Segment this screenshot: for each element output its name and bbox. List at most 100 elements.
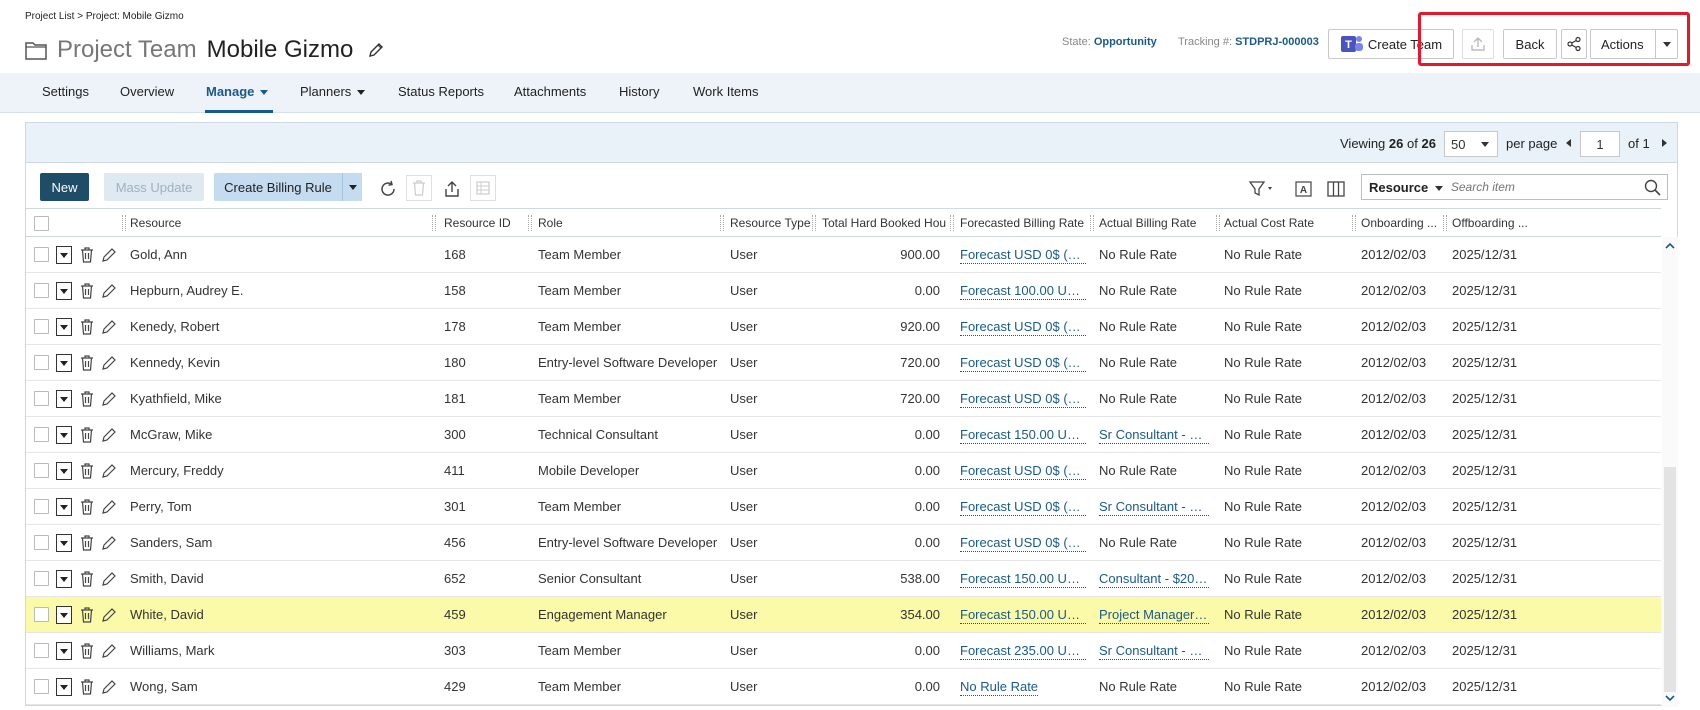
create-billing-rule-button[interactable]: Create Billing Rule [214, 173, 342, 201]
row-menu-button[interactable] [56, 534, 72, 552]
tab-history[interactable]: History [619, 84, 659, 99]
row-checkbox[interactable] [34, 247, 49, 262]
scrollbar-thumb[interactable] [1664, 467, 1676, 692]
filter-icon[interactable] [1248, 179, 1278, 199]
pencil-icon[interactable] [100, 570, 118, 588]
row-menu-button[interactable] [56, 462, 72, 480]
billing-rule-dropdown[interactable] [342, 173, 362, 201]
forecasted-billing-rate-link[interactable]: Forecast 150.00 USD 1... [960, 607, 1086, 624]
row-menu-button[interactable] [56, 390, 72, 408]
trash-icon[interactable] [78, 354, 96, 372]
tab-settings[interactable]: Settings [42, 84, 89, 99]
tab-attachments[interactable]: Attachments [514, 84, 586, 99]
forecasted-billing-rate-link[interactable]: Forecast USD 0$ (USD)... [960, 355, 1086, 372]
column-resize-handle[interactable] [122, 215, 126, 231]
column-header-forecasted-billing-rate[interactable]: Forecasted Billing Rate [960, 216, 1084, 230]
resource-name[interactable]: Mercury, Freddy [130, 463, 420, 478]
row-menu-button[interactable] [56, 426, 72, 444]
pencil-icon[interactable] [100, 678, 118, 696]
resource-name[interactable]: Smith, David [130, 571, 420, 586]
actual-billing-rate[interactable]: Sr Consultant - $25... [1099, 643, 1209, 660]
actual-billing-rate[interactable]: Sr Consultant - $25... [1099, 427, 1209, 444]
pencil-icon[interactable] [100, 462, 118, 480]
row-checkbox[interactable] [34, 391, 49, 406]
column-header-onboarding[interactable]: Onboarding ... [1361, 216, 1437, 230]
text-format-icon[interactable]: A [1294, 179, 1314, 199]
tab-planners[interactable]: Planners [300, 84, 366, 99]
pencil-icon[interactable] [100, 606, 118, 624]
trash-icon[interactable] [78, 390, 96, 408]
export-icon[interactable] [442, 179, 462, 199]
column-resize-handle[interactable] [1352, 215, 1356, 231]
column-resize-handle[interactable] [528, 215, 532, 231]
per-page-select[interactable]: 50 [1444, 131, 1498, 157]
forecasted-billing-rate-link[interactable]: Forecast USD 0$ (USD)... [960, 463, 1086, 480]
trash-icon[interactable] [78, 282, 96, 300]
row-menu-button[interactable] [56, 570, 72, 588]
row-checkbox[interactable] [34, 463, 49, 478]
page-number-input[interactable]: 1 [1580, 131, 1620, 157]
trash-icon[interactable] [78, 534, 96, 552]
pencil-icon[interactable] [100, 318, 118, 336]
row-menu-button[interactable] [56, 498, 72, 516]
search-icon[interactable] [1644, 179, 1661, 196]
table-row[interactable]: Gold, Ann 168 Team Member User 900.00 Forecas… [26, 237, 1661, 273]
table-row[interactable]: Mercury, Freddy 411 Mobile Developer User 0.… [26, 453, 1661, 489]
trash-icon[interactable] [78, 570, 96, 588]
table-row[interactable]: Kyathfield, Mike 181 Team Member User 720.00… [26, 381, 1661, 417]
scroll-up-icon[interactable] [1665, 241, 1675, 251]
pencil-icon[interactable] [100, 390, 118, 408]
forecasted-billing-rate-link[interactable]: Forecast 100.00 USD 1... [960, 283, 1086, 300]
column-header-actual-billing-rate[interactable]: Actual Billing Rate [1099, 216, 1196, 230]
resource-name[interactable]: Kyathfield, Mike [130, 391, 420, 406]
column-resize-handle[interactable] [720, 215, 724, 231]
row-menu-button[interactable] [56, 318, 72, 336]
column-header-offboarding[interactable]: Offboarding ... [1452, 216, 1528, 230]
table-row[interactable]: Kenedy, Robert 178 Team Member User 920.00 Fo… [26, 309, 1661, 345]
table-row[interactable]: McGraw, Mike 300 Technical Consultant User 0… [26, 417, 1661, 453]
column-header-hours[interactable]: Total Hard Booked Hours [822, 216, 946, 230]
mass-update-button[interactable]: Mass Update [104, 173, 204, 201]
row-menu-button[interactable] [56, 246, 72, 264]
table-row[interactable]: Williams, Mark 303 Team Member User 0.00 Fore… [26, 633, 1661, 669]
table-row[interactable]: Sanders, Sam 456 Entry-level Software Deve… [26, 525, 1661, 561]
resource-name[interactable]: Kenedy, Robert [130, 319, 420, 334]
table-row[interactable]: Kennedy, Kevin 180 Entry-level Software De… [26, 345, 1661, 381]
actual-billing-rate[interactable]: Sr Consultant - $25... [1099, 499, 1209, 516]
pencil-icon[interactable] [100, 498, 118, 516]
forecasted-billing-rate-link[interactable]: Forecast 235.00 USD 2... [960, 643, 1086, 660]
trash-icon[interactable] [78, 462, 96, 480]
pencil-icon[interactable] [100, 426, 118, 444]
resource-name[interactable]: Williams, Mark [130, 643, 420, 658]
trash-icon[interactable] [78, 498, 96, 516]
resource-name[interactable]: Perry, Tom [130, 499, 420, 514]
row-checkbox[interactable] [34, 499, 49, 514]
resource-name[interactable]: Wong, Sam [130, 679, 420, 694]
resource-name[interactable]: Hepburn, Audrey E. [130, 283, 420, 298]
trash-icon[interactable] [78, 246, 96, 264]
row-menu-button[interactable] [56, 282, 72, 300]
prev-page-icon[interactable] [1566, 139, 1571, 147]
resource-name[interactable]: McGraw, Mike [130, 427, 420, 442]
row-menu-button[interactable] [56, 678, 72, 696]
pencil-icon[interactable] [100, 642, 118, 660]
row-checkbox[interactable] [34, 535, 49, 550]
forecasted-billing-rate-link[interactable]: Forecast USD 0$ (USD)... [960, 499, 1086, 516]
table-row[interactable]: Perry, Tom 301 Team Member User 0.00 Forecast… [26, 489, 1661, 525]
forecasted-billing-rate-link[interactable]: Forecast 150.00 USD 1... [960, 427, 1086, 444]
column-header-resource-id[interactable]: Resource ID [444, 216, 511, 230]
row-checkbox[interactable] [34, 607, 49, 622]
pencil-icon[interactable] [100, 246, 118, 264]
column-layout-icon[interactable] [470, 175, 496, 201]
tab-status-reports[interactable]: Status Reports [398, 84, 484, 99]
table-row[interactable]: Wong, Sam 429 Team Member User 0.00 No Rule R… [26, 669, 1661, 705]
row-checkbox[interactable] [34, 355, 49, 370]
delete-icon[interactable] [406, 175, 432, 201]
vertical-scrollbar[interactable] [1662, 237, 1678, 707]
row-menu-button[interactable] [56, 354, 72, 372]
column-header-resource-type[interactable]: Resource Type [730, 216, 811, 230]
trash-icon[interactable] [78, 318, 96, 336]
resource-name[interactable]: Gold, Ann [130, 247, 420, 262]
trash-icon[interactable] [78, 678, 96, 696]
scroll-down-icon[interactable] [1665, 693, 1675, 703]
